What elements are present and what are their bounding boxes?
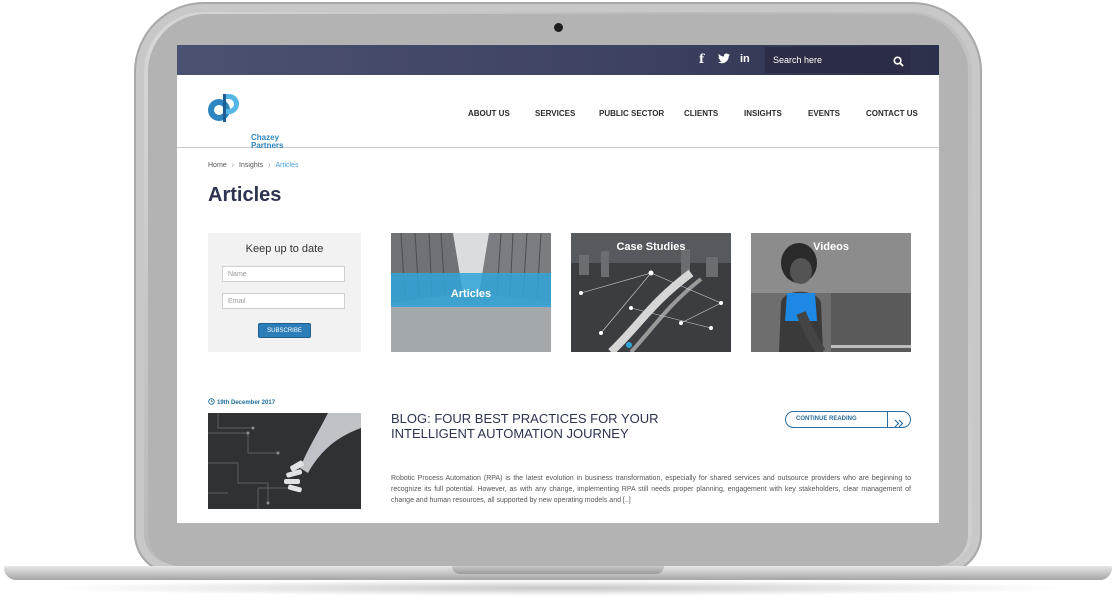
- breadcrumb-articles: Articles: [275, 162, 299, 169]
- tile-videos-label: Videos: [813, 241, 849, 253]
- twitter-icon[interactable]: [718, 53, 730, 67]
- nav-clients[interactable]: CLIENTS: [684, 109, 718, 118]
- nav-contact-us[interactable]: CONTACT US: [866, 109, 918, 118]
- name-field[interactable]: [222, 266, 345, 282]
- post-title[interactable]: BLOG: FOUR BEST PRACTICES FOR YOUR INTEL…: [391, 411, 691, 441]
- chevron-right-icon: ›: [231, 162, 235, 169]
- tile-case-studies[interactable]: Case Studies: [571, 233, 731, 352]
- linkedin-icon[interactable]: in: [740, 53, 750, 65]
- post-thumbnail[interactable]: [208, 413, 361, 509]
- tile-articles-label: Articles: [450, 288, 492, 300]
- nav-about-us[interactable]: ABOUT US: [468, 109, 510, 118]
- nav-insights[interactable]: INSIGHTS: [744, 109, 782, 118]
- tile-videos[interactable]: Videos: [751, 233, 911, 352]
- search-input[interactable]: [773, 52, 883, 68]
- post-date: 19th December 2017: [208, 398, 275, 406]
- nav-services[interactable]: SERVICES: [535, 109, 575, 118]
- breadcrumb: Home › Insights › Articles: [208, 162, 298, 169]
- breadcrumb-home[interactable]: Home: [208, 162, 227, 169]
- site-header: Chazey Partners ABOUT US SERVICES PUBLIC…: [177, 75, 939, 150]
- facebook-icon[interactable]: f: [699, 52, 704, 66]
- webcam-icon: [554, 23, 563, 32]
- button-divider: [887, 412, 888, 427]
- nav-public-sector[interactable]: PUBLIC SECTOR: [599, 109, 664, 118]
- laptop-shadow: [40, 580, 1080, 596]
- post-excerpt: Robotic Process Automation (RPA) is the …: [391, 475, 911, 504]
- page-title: Articles: [208, 184, 282, 206]
- top-bar: f in: [177, 45, 939, 75]
- breadcrumb-insights[interactable]: Insights: [239, 162, 263, 169]
- subscribe-button[interactable]: SUBSCRIBE: [258, 323, 311, 338]
- email-field[interactable]: [222, 293, 345, 309]
- nav-events[interactable]: EVENTS: [808, 109, 840, 118]
- logo-line-2: Partners: [251, 141, 284, 150]
- newsletter-title: Keep up to date: [245, 243, 324, 255]
- tile-case-studies-label: Case Studies: [616, 241, 686, 253]
- chevron-right-icon: ›: [268, 162, 271, 169]
- clock-icon: [208, 398, 215, 405]
- logo-text: Chazey Partners: [251, 134, 283, 150]
- laptop-base-notch: [452, 566, 664, 574]
- newsletter-box: Keep up to date SUBSCRIBE: [208, 233, 361, 352]
- robot-hand-image: [208, 413, 361, 509]
- browser-screen: f in Chazey Partners ABOUT US S: [177, 45, 939, 523]
- search-box: [765, 47, 911, 73]
- tile-articles[interactable]: Articles: [391, 233, 551, 352]
- post-date-text: 19th December 2017: [217, 400, 276, 406]
- continue-reading-button[interactable]: CONTINUE READING: [785, 411, 911, 428]
- chazey-partners-logo[interactable]: Chazey Partners: [207, 90, 283, 150]
- double-chevron-right-icon: [894, 415, 904, 433]
- search-icon[interactable]: [893, 54, 904, 72]
- continue-reading-label: CONTINUE READING: [796, 416, 857, 422]
